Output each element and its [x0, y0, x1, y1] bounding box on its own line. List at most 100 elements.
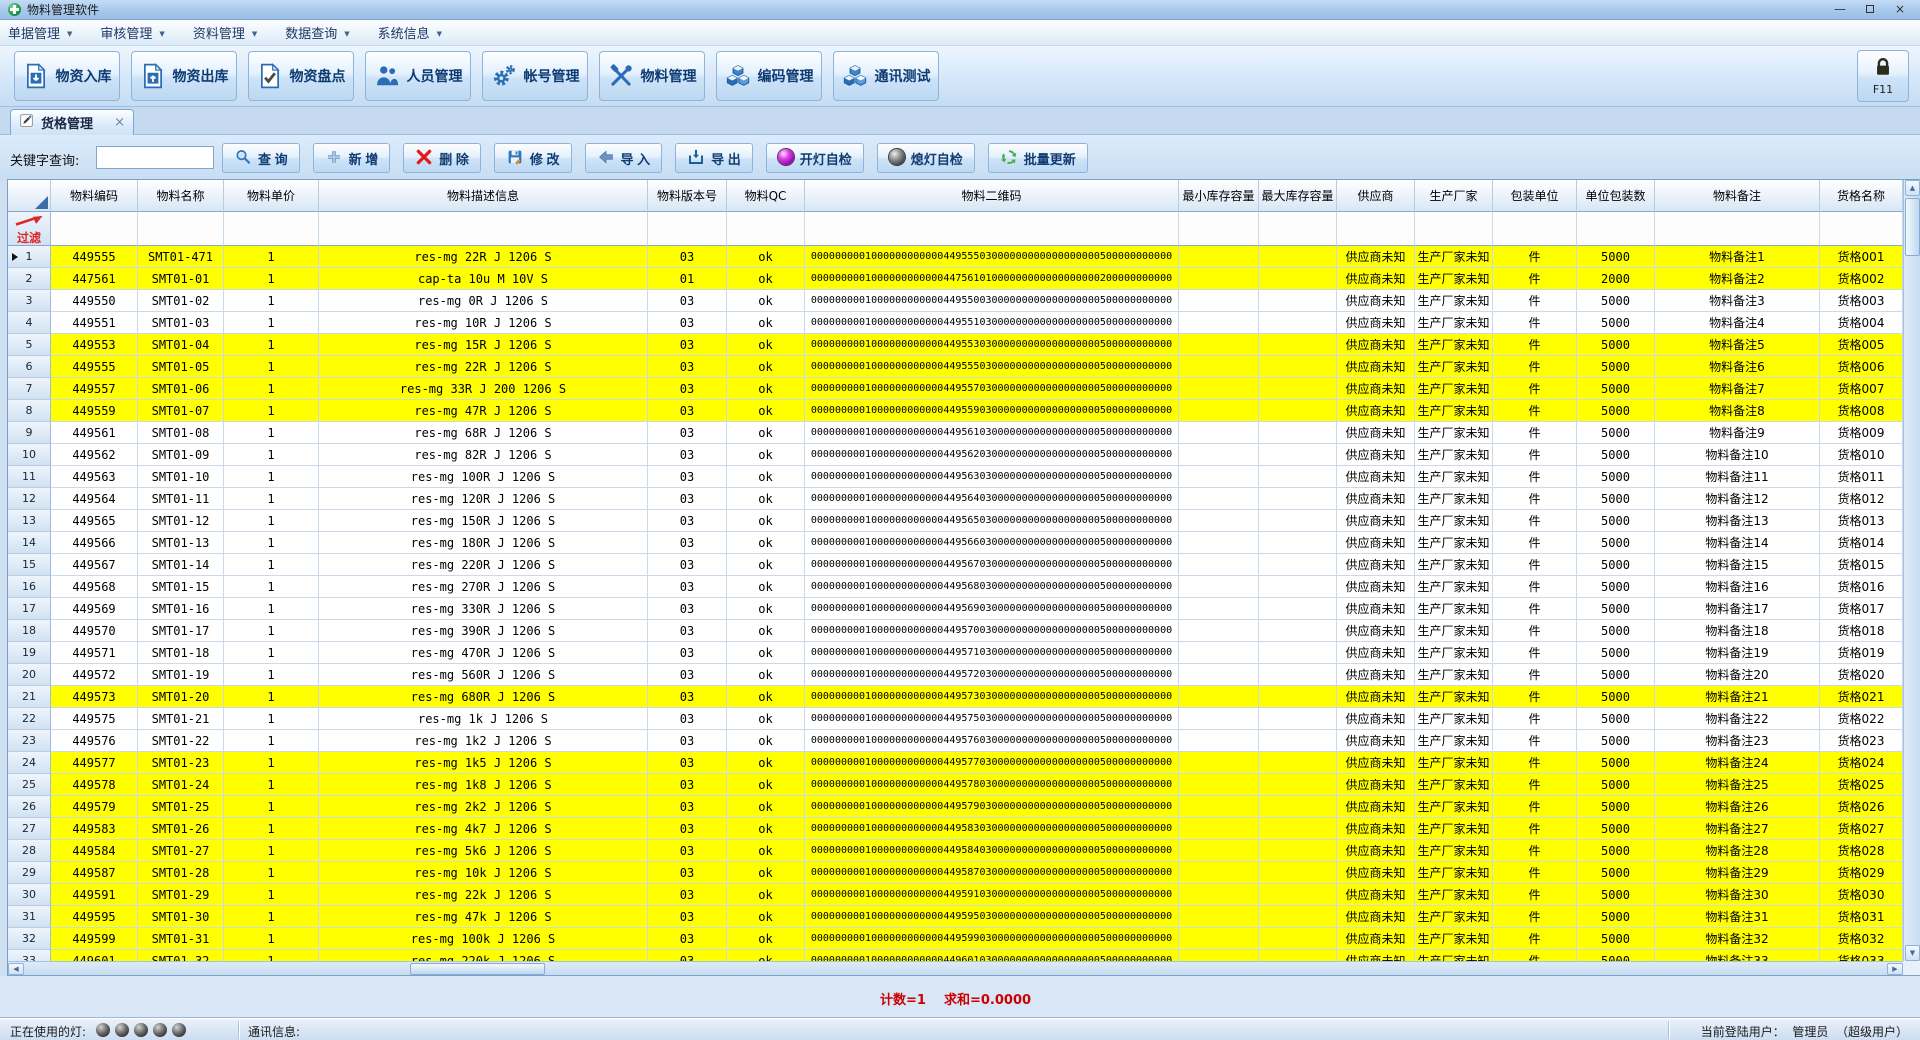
cell-desc[interactable]: res-mg 100R J 1206 S	[319, 466, 648, 488]
cell-desc[interactable]: res-mg 33R J 200 1206 S	[319, 378, 648, 400]
cell-min-stock[interactable]	[1179, 312, 1259, 334]
search-button[interactable]: 查 询	[222, 143, 300, 173]
cell-version[interactable]: 03	[648, 906, 727, 928]
cell-pack-unit[interactable]: 件	[1493, 818, 1577, 840]
material-in-button[interactable]: 物资入库	[14, 51, 120, 101]
cell-max-stock[interactable]	[1259, 532, 1337, 554]
cell-min-stock[interactable]	[1179, 642, 1259, 664]
vertical-scrollbar-thumb[interactable]	[1905, 198, 1920, 256]
cell-note[interactable]: 物料备注12	[1655, 488, 1820, 510]
cell-pack-qty[interactable]: 5000	[1577, 796, 1655, 818]
modify-button[interactable]: 修 改	[494, 143, 572, 173]
cell-min-stock[interactable]	[1179, 774, 1259, 796]
cell-qc[interactable]: ok	[727, 884, 805, 906]
filter-cell-code[interactable]	[51, 212, 138, 246]
cell-note[interactable]: 物料备注29	[1655, 862, 1820, 884]
row-number-cell[interactable]: 32	[8, 928, 51, 950]
cell-supplier[interactable]: 供应商未知	[1337, 290, 1415, 312]
cell-code[interactable]: 449599	[51, 928, 138, 950]
cell-pack-qty[interactable]: 5000	[1577, 862, 1655, 884]
cell-name[interactable]: SMT01-26	[138, 818, 224, 840]
cell-note[interactable]: 物料备注15	[1655, 554, 1820, 576]
cell-supplier[interactable]: 供应商未知	[1337, 334, 1415, 356]
cell-name[interactable]: SMT01-32	[138, 950, 224, 961]
cell-pack-unit[interactable]: 件	[1493, 950, 1577, 961]
cell-note[interactable]: 物料备注2	[1655, 268, 1820, 290]
cell-pack-unit[interactable]: 件	[1493, 598, 1577, 620]
cell-qrcode[interactable]: 0000000001000000000000449559030000000000…	[805, 400, 1179, 422]
cell-max-stock[interactable]	[1259, 246, 1337, 268]
cell-name[interactable]: SMT01-21	[138, 708, 224, 730]
cell-pack-unit[interactable]: 件	[1493, 928, 1577, 950]
cell-supplier[interactable]: 供应商未知	[1337, 840, 1415, 862]
row-number-cell[interactable]: 2	[8, 268, 51, 290]
column-header-pack-unit[interactable]: 包装单位	[1493, 180, 1577, 212]
cell-max-stock[interactable]	[1259, 598, 1337, 620]
cell-qrcode[interactable]: 0000000001000000000000449569030000000000…	[805, 598, 1179, 620]
cell-note[interactable]: 物料备注16	[1655, 576, 1820, 598]
cell-desc[interactable]: res-mg 47k J 1206 S	[319, 906, 648, 928]
cell-qrcode[interactable]: 0000000001000000000000449595030000000000…	[805, 906, 1179, 928]
cell-slot-name[interactable]: 货格030	[1820, 884, 1903, 906]
cell-price[interactable]: 1	[224, 862, 319, 884]
cell-pack-unit[interactable]: 件	[1493, 334, 1577, 356]
cell-name[interactable]: SMT01-19	[138, 664, 224, 686]
cell-pack-qty[interactable]: 5000	[1577, 466, 1655, 488]
cell-qrcode[interactable]: 0000000001000000000000449557030000000000…	[805, 378, 1179, 400]
cell-desc[interactable]: res-mg 22R J 1206 S	[319, 246, 648, 268]
cell-pack-qty[interactable]: 5000	[1577, 752, 1655, 774]
cell-slot-name[interactable]: 货格016	[1820, 576, 1903, 598]
cell-pack-unit[interactable]: 件	[1493, 554, 1577, 576]
cell-version[interactable]: 03	[648, 818, 727, 840]
cell-note[interactable]: 物料备注10	[1655, 444, 1820, 466]
cell-pack-unit[interactable]: 件	[1493, 752, 1577, 774]
cell-desc[interactable]: res-mg 4k7 J 1206 S	[319, 818, 648, 840]
row-number-cell[interactable]: 29	[8, 862, 51, 884]
cell-pack-qty[interactable]: 5000	[1577, 334, 1655, 356]
column-header-max-stock[interactable]: 最大库存容量	[1259, 180, 1337, 212]
row-number-cell[interactable]: 25	[8, 774, 51, 796]
cell-min-stock[interactable]	[1179, 708, 1259, 730]
cell-slot-name[interactable]: 货格004	[1820, 312, 1903, 334]
row-number-cell[interactable]: 19	[8, 642, 51, 664]
cell-qc[interactable]: ok	[727, 488, 805, 510]
cell-qc[interactable]: ok	[727, 796, 805, 818]
cell-qc[interactable]: ok	[727, 862, 805, 884]
cell-desc[interactable]: res-mg 150R J 1206 S	[319, 510, 648, 532]
cell-code[interactable]: 449566	[51, 532, 138, 554]
cell-manufacturer[interactable]: 生产厂家未知	[1415, 466, 1493, 488]
cell-pack-unit[interactable]: 件	[1493, 862, 1577, 884]
cell-supplier[interactable]: 供应商未知	[1337, 862, 1415, 884]
cell-name[interactable]: SMT01-30	[138, 906, 224, 928]
cell-desc[interactable]: res-mg 330R J 1206 S	[319, 598, 648, 620]
cell-min-stock[interactable]	[1179, 444, 1259, 466]
cell-pack-unit[interactable]: 件	[1493, 400, 1577, 422]
cell-desc[interactable]: res-mg 220k J 1206 S	[319, 950, 648, 961]
cell-supplier[interactable]: 供应商未知	[1337, 620, 1415, 642]
cell-desc[interactable]: res-mg 1k5 J 1206 S	[319, 752, 648, 774]
cell-qc[interactable]: ok	[727, 532, 805, 554]
column-header-note[interactable]: 物料备注	[1655, 180, 1820, 212]
cell-pack-qty[interactable]: 5000	[1577, 356, 1655, 378]
cell-qrcode[interactable]: 0000000001000000000000449587030000000000…	[805, 862, 1179, 884]
cell-supplier[interactable]: 供应商未知	[1337, 818, 1415, 840]
cell-note[interactable]: 物料备注6	[1655, 356, 1820, 378]
cell-desc[interactable]: res-mg 680R J 1206 S	[319, 686, 648, 708]
cell-qc[interactable]: ok	[727, 818, 805, 840]
cell-pack-qty[interactable]: 5000	[1577, 378, 1655, 400]
cell-pack-qty[interactable]: 5000	[1577, 290, 1655, 312]
cell-desc[interactable]: res-mg 560R J 1206 S	[319, 664, 648, 686]
cell-manufacturer[interactable]: 生产厂家未知	[1415, 862, 1493, 884]
cell-version[interactable]: 03	[648, 796, 727, 818]
cell-qc[interactable]: ok	[727, 730, 805, 752]
cell-note[interactable]: 物料备注3	[1655, 290, 1820, 312]
cell-qc[interactable]: ok	[727, 950, 805, 961]
cell-code[interactable]: 449551	[51, 312, 138, 334]
cell-manufacturer[interactable]: 生产厂家未知	[1415, 840, 1493, 862]
cell-manufacturer[interactable]: 生产厂家未知	[1415, 576, 1493, 598]
cell-manufacturer[interactable]: 生产厂家未知	[1415, 796, 1493, 818]
cell-code[interactable]: 449559	[51, 400, 138, 422]
column-header-qrcode[interactable]: 物料二维码	[805, 180, 1179, 212]
cell-pack-unit[interactable]: 件	[1493, 884, 1577, 906]
cell-version[interactable]: 03	[648, 422, 727, 444]
